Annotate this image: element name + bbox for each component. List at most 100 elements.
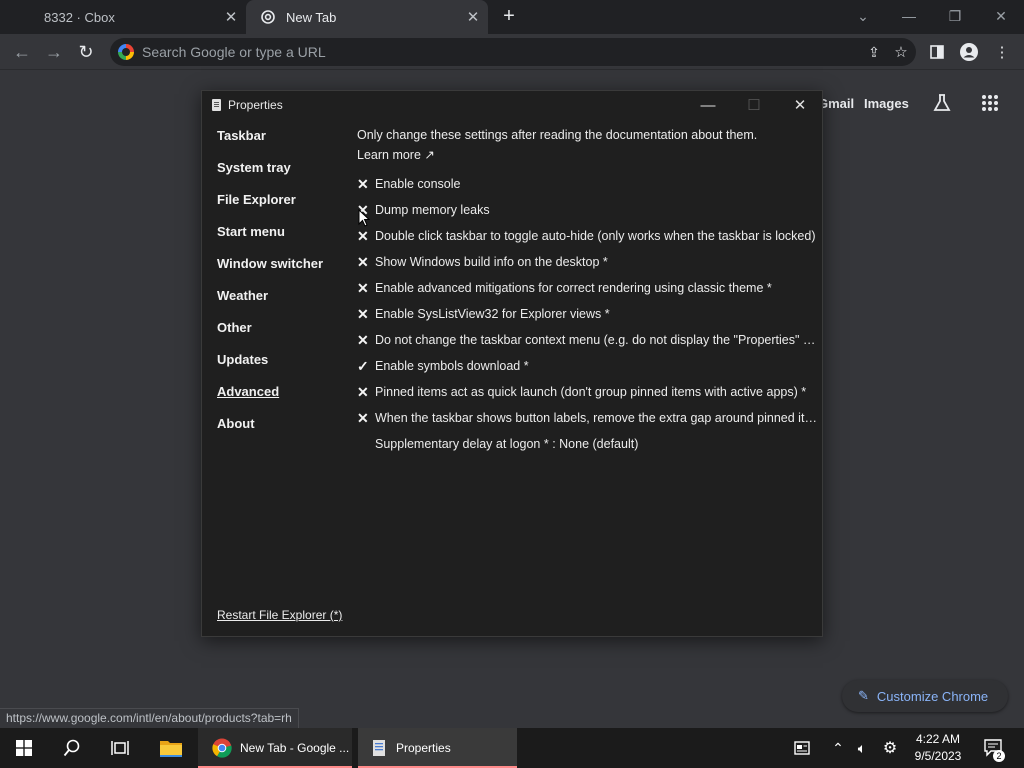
unchecked-x-icon: ✕: [357, 253, 369, 270]
unchecked-x-icon: ✕: [357, 331, 369, 348]
customize-label: Customize Chrome: [876, 688, 989, 704]
profile-avatar-icon[interactable]: [957, 40, 981, 64]
option-label: When the taskbar shows button labels, re…: [375, 411, 817, 425]
search-icon[interactable]: [52, 728, 92, 768]
tab-title: 8332 · Cbox: [44, 9, 115, 25]
option-enable-console[interactable]: ✕ Enable console: [357, 171, 817, 197]
windows-taskbar: New Tab - Google ... Properties ⌃ 🔈︎ ⚙ 4…: [0, 728, 1024, 768]
properties-doc-icon: [373, 740, 385, 756]
new-tab-plus-icon[interactable]: +: [498, 6, 520, 28]
task-view-icon[interactable]: [100, 728, 140, 768]
share-icon[interactable]: ⇪: [862, 44, 886, 61]
address-bar[interactable]: ⇪ ☆: [110, 38, 916, 66]
news-widget-icon[interactable]: [790, 728, 814, 768]
pencil-icon: ✎: [858, 688, 869, 703]
back-arrow-icon[interactable]: ←: [10, 40, 34, 64]
tray-chevron-up-icon[interactable]: ⌃: [828, 728, 848, 768]
option-remove-gap[interactable]: ✕ When the taskbar shows button labels, r…: [357, 405, 817, 431]
nav-file-explorer[interactable]: File Explorer: [217, 192, 323, 224]
nav-window-switcher[interactable]: Window switcher: [217, 256, 323, 288]
side-panel-icon[interactable]: [925, 40, 949, 64]
taskbar-app-chrome[interactable]: New Tab - Google ...: [198, 728, 352, 768]
reload-icon[interactable]: ↻: [74, 40, 98, 64]
option-double-click-autohide[interactable]: ✕ Double click taskbar to toggle auto-hid…: [357, 223, 817, 249]
properties-app-icon: [212, 99, 221, 111]
forward-arrow-icon[interactable]: →: [42, 40, 66, 64]
taskbar-clock[interactable]: 4:22 AM 9/5/2023: [904, 731, 972, 765]
apps-grid-icon[interactable]: [977, 90, 1003, 116]
address-input[interactable]: [142, 44, 862, 60]
google-icon: [118, 44, 134, 60]
clock-time: 4:22 AM: [915, 732, 961, 746]
bookmark-star-icon[interactable]: ☆: [886, 43, 916, 61]
option-label: Pinned items act as quick launch (don't …: [375, 385, 807, 399]
unchecked-x-icon: ✕: [357, 279, 369, 296]
unchecked-x-icon: ✕: [357, 409, 369, 426]
restore-icon[interactable]: ❐: [941, 4, 969, 28]
clock-date: 9/5/2023: [914, 749, 962, 763]
taskbar-app-properties[interactable]: Properties: [358, 728, 517, 768]
menu-kebab-icon[interactable]: ⋮: [990, 40, 1014, 64]
images-link[interactable]: Images: [864, 90, 909, 116]
status-url: https://www.google.com/intl/en/about/pro…: [0, 708, 299, 728]
close-window-icon[interactable]: ✕: [987, 4, 1015, 28]
chrome-logo-icon: [212, 738, 232, 758]
unchecked-x-icon: ✕: [357, 383, 369, 400]
properties-title: Properties: [228, 98, 283, 112]
notification-count-badge: 2: [993, 750, 1005, 762]
nav-taskbar[interactable]: Taskbar: [217, 128, 323, 160]
gmail-link[interactable]: Gmail: [818, 90, 854, 116]
tab-new-tab[interactable]: New Tab ✕: [246, 0, 488, 34]
option-label: Show Windows build info on the desktop *: [375, 255, 608, 269]
option-symbols-download[interactable]: ✓ Enable symbols download *: [357, 353, 817, 379]
option-label: Enable advanced mitigations for correct …: [375, 281, 772, 295]
file-explorer-folder-icon[interactable]: [150, 728, 192, 768]
tab-cbox[interactable]: 8332 · Cbox ✕: [0, 0, 246, 34]
tab-title: New Tab: [286, 9, 337, 25]
option-label: Do not change the taskbar context menu (…: [375, 333, 817, 347]
option-pinned-quick-launch[interactable]: ✕ Pinned items act as quick launch (don't…: [357, 379, 817, 405]
labs-flask-icon[interactable]: [929, 90, 955, 116]
mouse-cursor-icon: [358, 209, 370, 227]
browser-toolbar: ← → ↻ ⇪ ☆ ⋮: [0, 34, 1024, 70]
nav-weather[interactable]: Weather: [217, 288, 323, 320]
advanced-settings-panel: Only change these settings after reading…: [357, 125, 817, 457]
notification-center-icon[interactable]: 2: [980, 728, 1008, 768]
chrome-favicon-icon: [260, 9, 276, 25]
minimize-icon[interactable]: —: [895, 4, 923, 28]
nav-advanced[interactable]: Advanced: [217, 384, 323, 416]
close-tab-icon[interactable]: ✕: [464, 8, 482, 26]
option-context-menu[interactable]: ✕ Do not change the taskbar context menu …: [357, 327, 817, 353]
option-label: Double click taskbar to toggle auto-hide…: [375, 229, 816, 243]
customize-chrome-button[interactable]: ✎ Customize Chrome: [842, 680, 1008, 712]
nav-system-tray[interactable]: System tray: [217, 160, 323, 192]
option-logon-delay[interactable]: Supplementary delay at logon * : None (d…: [357, 431, 817, 457]
option-advanced-mitigations[interactable]: ✕ Enable advanced mitigations for correct…: [357, 275, 817, 301]
restart-explorer-link[interactable]: Restart File Explorer (*): [217, 608, 342, 622]
nav-about[interactable]: About: [217, 416, 323, 448]
properties-close-icon[interactable]: ✕: [777, 93, 823, 117]
properties-maximize-icon: ☐: [747, 97, 761, 114]
option-syslistview32[interactable]: ✕ Enable SysListView32 for Explorer views…: [357, 301, 817, 327]
option-label: Supplementary delay at logon * : None (d…: [375, 437, 639, 451]
tab-search-chevron-icon[interactable]: ⌄: [849, 4, 877, 28]
properties-minimize-icon[interactable]: —: [685, 93, 731, 117]
settings-gear-icon[interactable]: ⚙: [879, 728, 901, 768]
option-show-build-info[interactable]: ✕ Show Windows build info on the desktop …: [357, 249, 817, 275]
option-label: Enable symbols download *: [375, 359, 529, 373]
volume-speaker-icon[interactable]: 🔈︎: [851, 728, 873, 768]
option-dump-memory-leaks[interactable]: ✕ Dump memory leaks: [357, 197, 817, 223]
start-windows-icon[interactable]: [4, 728, 44, 768]
taskbar-app-label: Properties: [396, 741, 451, 755]
learn-more-link[interactable]: Learn more ↗: [357, 145, 817, 165]
option-label: Enable console: [375, 177, 461, 191]
warning-note: Only change these settings after reading…: [357, 128, 758, 142]
close-tab-icon[interactable]: ✕: [222, 8, 240, 26]
nav-other[interactable]: Other: [217, 320, 323, 352]
option-label: Dump memory leaks: [375, 203, 490, 217]
nav-updates[interactable]: Updates: [217, 352, 323, 384]
nav-start-menu[interactable]: Start menu: [217, 224, 323, 256]
checkmark-icon: ✓: [357, 357, 369, 374]
tab-strip: 8332 · Cbox ✕ New Tab ✕ + ⌄ — ❐ ✕: [0, 0, 1024, 34]
properties-window: Properties — ☐ ✕ Taskbar System tray Fil…: [201, 90, 823, 637]
